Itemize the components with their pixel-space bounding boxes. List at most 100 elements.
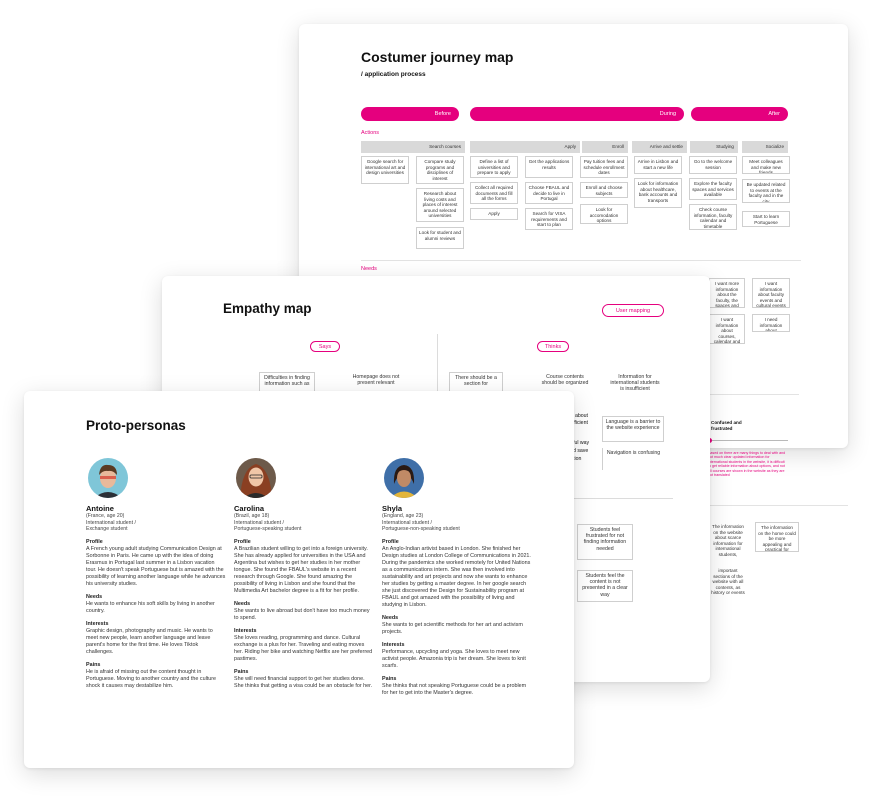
pains-heading: Pains: [234, 668, 249, 675]
needs-text: He wants to enhance his soft skills by l…: [86, 600, 215, 614]
journey-note: Look for accomodation options: [580, 204, 628, 224]
quadrant-divider-horizontal: [573, 498, 673, 499]
header-studying: Studying: [690, 141, 738, 153]
empathy-note: Language is a barrier to the website exp…: [602, 416, 664, 442]
persona-tag: Portuguese-non-speaking student: [382, 526, 460, 532]
pains-text: He is afraid of missing out the content …: [86, 668, 217, 689]
divider: [708, 505, 848, 506]
partial-note-text: fficient: [573, 420, 588, 426]
journey-note: Go to the welcome session: [689, 156, 737, 174]
profile-heading: Profile: [382, 538, 399, 545]
profile-text: An Anglo-Indian artivist based in London…: [382, 545, 531, 608]
journey-note: Search for VISA requirements and start t…: [525, 208, 573, 230]
journey-note: The information on the website about sca…: [708, 522, 748, 558]
pains-text: She will need financial support to get h…: [234, 675, 373, 689]
needs-heading: Needs: [86, 593, 103, 600]
journey-note: Get the applications results: [525, 156, 573, 178]
journey-note: Meet colleagues and make new friends: [742, 156, 790, 174]
interests-text: Graphic design, photography and music. H…: [86, 627, 213, 655]
emotion-description: Based on there are many things to deal w…: [708, 451, 786, 478]
journey-note: I want more information about the facult…: [709, 278, 745, 308]
journey-note: Compare study programs and disciplines o…: [416, 156, 464, 184]
persona-carolina: Carolina (Brazil, age 18) International …: [234, 458, 374, 690]
journey-note: Explore the faculty spaces and services …: [689, 178, 737, 200]
journey-note: Collect all required documents and fill …: [470, 182, 518, 204]
journey-note: Google search for international art and …: [361, 156, 409, 184]
journey-note: The information on the home could be mor…: [755, 522, 799, 552]
persona-name: Carolina: [234, 504, 265, 513]
phase-before: Before: [361, 107, 459, 121]
header-apply: Apply: [470, 141, 580, 153]
header-enroll: Enroll: [582, 141, 628, 153]
persona-name: Antoine: [86, 504, 114, 513]
persona-tag: Exchange student: [86, 526, 128, 532]
profile-text: A French young adult studying Communicat…: [86, 545, 226, 587]
journey-note: I want information about faculty events …: [752, 278, 790, 308]
journey-note: Choose FBAUL and decide to live in Portu…: [525, 182, 573, 204]
phase-after: After: [691, 107, 788, 121]
needs-heading: Needs: [382, 614, 399, 621]
journey-note: I want information about courses, calend…: [709, 314, 745, 344]
user-mapping-pill[interactable]: User mapping: [602, 304, 664, 317]
journey-note: Arrive in Lisbon and start a new life: [634, 156, 682, 174]
header-arrive: Arrive and settle: [632, 141, 687, 153]
partial-note-text: d save: [573, 448, 589, 454]
avatar: [384, 458, 424, 498]
proto-personas-card: Proto-personas Antoine (France, age 20) …: [24, 391, 574, 768]
says-pill: Says: [310, 341, 340, 352]
interests-text: She loves reading, programming and dance…: [234, 634, 373, 662]
header-search-courses: Search courses: [361, 141, 465, 153]
journey-note: Apply: [470, 208, 518, 220]
journey-subtitle: / application process: [361, 71, 426, 78]
partial-note-text: tion: [573, 456, 582, 462]
journey-note: Be updated related to events at the facu…: [742, 179, 790, 203]
partial-note-text: about: [575, 413, 588, 419]
pains-text: She thinks that not speaking Portuguese …: [382, 682, 527, 696]
divider: [361, 260, 801, 261]
empathy-note: Students feel frustrated for not finding…: [577, 524, 633, 560]
empathy-note: Students feel the content is not present…: [577, 570, 633, 602]
divider: [709, 394, 799, 395]
journey-note: I need information about Portuguese lang…: [752, 314, 790, 332]
interests-heading: Interests: [234, 627, 257, 634]
interests-heading: Interests: [382, 641, 405, 648]
profile-text: A Brazilian student willing to get into …: [234, 545, 368, 594]
interests-text: Performance, upcycling and yoga. She lov…: [382, 648, 526, 669]
journey-note: Enroll and choose subjects: [580, 182, 628, 198]
partial-note-text: ful way: [573, 440, 590, 446]
section-actions: Actions: [361, 130, 380, 136]
needs-text: She wants to get scientific methods for …: [382, 621, 523, 635]
pains-heading: Pains: [86, 661, 101, 668]
avatar: [236, 458, 276, 498]
empathy-note: Information for international students i…: [608, 372, 662, 410]
journey-note: Look for information about healthcare, b…: [634, 178, 682, 208]
phase-during: During: [470, 107, 684, 121]
section-needs: Needs: [361, 266, 377, 272]
persona-tag: Portuguese-speaking student: [234, 526, 302, 532]
thinks-pill: Thinks: [537, 341, 569, 352]
empathy-title: Empathy map: [223, 301, 312, 316]
persona-antoine: Antoine (France, age 20) International s…: [86, 458, 226, 690]
header-socialize: Socialize: [742, 141, 788, 153]
emotion-label: Confused and frustrated: [711, 420, 742, 431]
journey-emotion-line: [712, 440, 788, 441]
journey-note: Start to learn Portuguese: [742, 211, 790, 227]
interests-heading: Interests: [86, 620, 109, 627]
needs-heading: Needs: [234, 600, 251, 607]
journey-note: Pay tuition fees and schedule enrollment…: [580, 156, 628, 178]
empathy-note: Navigation is confusing: [602, 448, 664, 470]
journey-title: Costumer journey map: [361, 49, 514, 65]
persona-name: Shyla: [382, 504, 403, 513]
persona-shyla: Shyla (England, age 23) International st…: [382, 458, 532, 697]
journey-note: important sections of the website with a…: [708, 566, 748, 596]
journey-note: Check course information, faculty calend…: [689, 204, 737, 230]
profile-heading: Profile: [234, 538, 251, 545]
journey-note: Look for student and alumni reviews: [416, 227, 464, 249]
journey-note: Define a list of universities and prepar…: [470, 156, 518, 178]
needs-text: She wants to live abroad but don't have …: [234, 607, 370, 621]
personas-title: Proto-personas: [86, 418, 186, 433]
journey-note: Research about living costs and places o…: [416, 188, 464, 222]
pains-heading: Pains: [382, 675, 397, 682]
avatar: [88, 458, 128, 498]
profile-heading: Profile: [86, 538, 103, 545]
